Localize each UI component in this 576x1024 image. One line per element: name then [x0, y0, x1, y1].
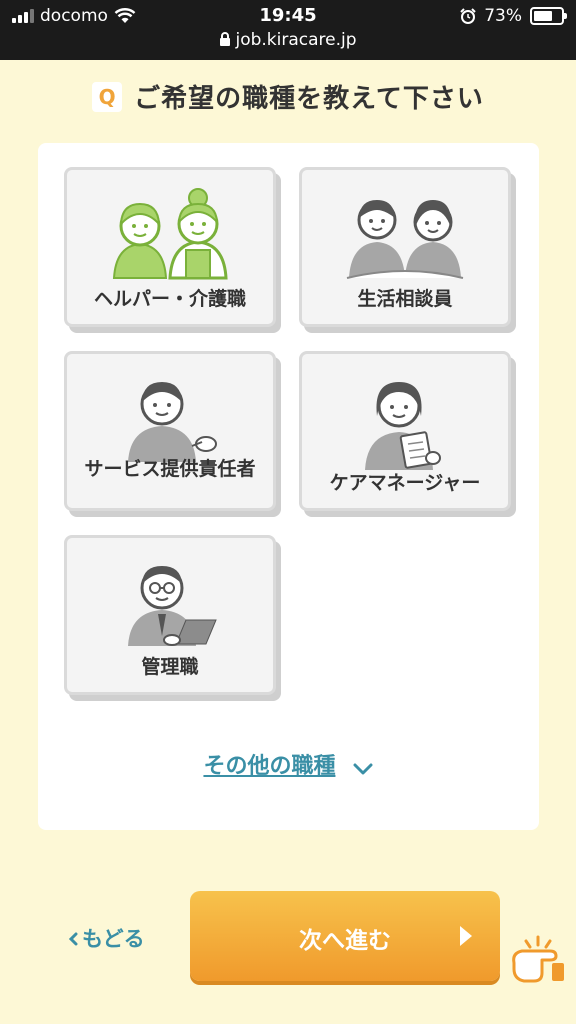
- alarm-icon: [460, 8, 476, 24]
- chevron-left-icon: [68, 932, 78, 946]
- next-label: 次へ進む: [299, 928, 391, 954]
- service-manager-illustration: [128, 382, 217, 462]
- question-badge: Q: [92, 81, 123, 112]
- question-text: ご希望の職種を教えて下さい: [134, 84, 484, 114]
- option-label: ヘルパー・介護職: [93, 288, 246, 310]
- status-right: 73%: [460, 6, 567, 26]
- pointing-hand-icon: [512, 935, 564, 983]
- option-label: 管理職: [141, 656, 199, 678]
- option-label: サービス提供責任者: [84, 458, 256, 480]
- lock-icon: [220, 32, 231, 46]
- manager-illustration: [128, 566, 217, 646]
- options-card: ヘルパー・介護職 生活相談員 サービス提供責任者 ケアマネージャー 管理職: [38, 143, 539, 830]
- play-triangle-icon: [460, 926, 472, 946]
- other-job-types[interactable]: その他の職種: [0, 748, 576, 780]
- care-manager-illustration: [365, 382, 441, 470]
- option-service-manager[interactable]: サービス提供責任者: [64, 351, 276, 511]
- option-helper-caregiver[interactable]: ヘルパー・介護職: [64, 167, 276, 327]
- option-label: 生活相談員: [357, 288, 453, 310]
- option-care-manager[interactable]: ケアマネージャー: [299, 351, 511, 511]
- chevron-down-icon: [353, 763, 373, 774]
- url-text: job.kiracare.jp: [235, 30, 357, 50]
- helper-caregiver-illustration: [112, 188, 228, 280]
- option-life-counselor[interactable]: 生活相談員: [299, 167, 511, 327]
- back-label: もどる: [82, 927, 145, 951]
- option-label: ケアマネージャー: [329, 472, 481, 494]
- question-heading: Q ご希望の職種を教えて下さい: [0, 78, 576, 115]
- back-button[interactable]: もどる: [68, 923, 145, 953]
- option-manager[interactable]: 管理職: [64, 535, 276, 695]
- battery-percent: 73%: [484, 6, 522, 26]
- other-job-types-link[interactable]: その他の職種: [203, 754, 335, 779]
- life-counselor-illustration: [346, 200, 464, 279]
- next-button[interactable]: 次へ進む: [190, 891, 500, 981]
- url-bar[interactable]: job.kiracare.jp: [0, 30, 576, 50]
- status-bar: docomo 19:45 job.kiracare.jp 73%: [0, 0, 576, 60]
- battery-icon: [530, 7, 567, 25]
